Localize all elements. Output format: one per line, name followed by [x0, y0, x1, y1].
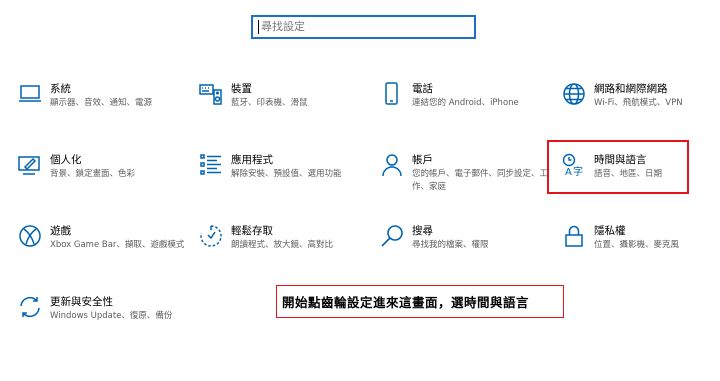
tile-gaming[interactable]: 遊戲 Xbox Game Bar、擷取、遊戲模式 — [18, 224, 184, 274]
tile-desc: 背景、鎖定畫面、色彩 — [50, 169, 136, 179]
laptop-icon — [18, 82, 42, 106]
tile-system[interactable]: 系統 顯示器、音效、通知、電源 — [18, 82, 178, 132]
search-icon — [380, 224, 404, 248]
lock-icon — [562, 224, 586, 248]
tile-title: 輕鬆存取 — [231, 225, 273, 237]
tile-desc: 顯示器、音效、通知、電源 — [50, 98, 153, 108]
tile-desc: Xbox Game Bar、擷取、遊戲模式 — [50, 240, 185, 250]
tile-apps[interactable]: 應用程式 解除安裝、預設值、選用功能 — [199, 153, 359, 203]
paint-icon — [18, 153, 42, 177]
tile-desc: 您的帳戶、電子郵件、同步設定、工作、家庭 — [412, 169, 549, 192]
tile-desc: 連結您的 Android、iPhone — [412, 98, 519, 108]
tile-title: 更新與安全性 — [50, 296, 113, 308]
annotation-text: 開始點齒輪設定進來這畫面，選時間與語言 — [282, 295, 530, 310]
phone-icon — [380, 82, 404, 106]
tile-title: 隱私權 — [594, 225, 626, 237]
apps-list-icon — [199, 153, 223, 177]
globe-icon — [562, 82, 586, 106]
text-caret — [258, 20, 259, 34]
ease-of-access-icon — [199, 224, 223, 248]
highlight-box — [547, 140, 689, 194]
search-input[interactable]: 尋找設定 — [251, 15, 476, 39]
tile-title: 個人化 — [50, 154, 82, 166]
tile-title: 應用程式 — [231, 154, 273, 166]
tile-desc: Windows Update、復原、備份 — [50, 311, 173, 321]
tile-personalization[interactable]: 個人化 背景、鎖定畫面、色彩 — [18, 153, 178, 203]
tile-title: 系統 — [50, 83, 71, 95]
tile-title: 帳戶 — [412, 154, 433, 166]
tile-ease-of-access[interactable]: 輕鬆存取 朗讀程式、放大鏡、高對比 — [199, 224, 359, 274]
tile-network[interactable]: 網路和網際網路 Wi-Fi、飛航模式、VPN — [562, 82, 720, 132]
tile-title: 裝置 — [231, 83, 252, 95]
tile-title: 網路和網際網路 — [594, 83, 668, 95]
tile-privacy[interactable]: 隱私權 位置、攝影機、麥克風 — [562, 224, 720, 274]
tile-desc: 朗讀程式、放大鏡、高對比 — [231, 240, 334, 250]
keyboard-speaker-icon — [199, 82, 223, 106]
update-sync-icon — [18, 295, 42, 319]
search-placeholder: 尋找設定 — [261, 20, 305, 33]
tile-update-security[interactable]: 更新與安全性 Windows Update、復原、備份 — [18, 295, 178, 345]
tile-desc: 藍牙、印表機、滑鼠 — [231, 98, 308, 108]
tile-desc: 解除安裝、預設值、選用功能 — [231, 169, 342, 179]
tile-desc: Wi-Fi、飛航模式、VPN — [594, 98, 683, 108]
tile-devices[interactable]: 裝置 藍牙、印表機、滑鼠 — [199, 82, 359, 132]
tile-title: 遊戲 — [50, 225, 71, 237]
tile-title: 搜尋 — [412, 225, 433, 237]
xbox-icon — [18, 224, 42, 248]
tile-title: 電話 — [412, 83, 433, 95]
annotation-callout: 開始點齒輪設定進來這畫面，選時間與語言 — [276, 285, 564, 318]
tile-desc: 尋找我的檔案、權限 — [412, 240, 489, 250]
tile-search[interactable]: 搜尋 尋找我的檔案、權限 — [380, 224, 540, 274]
tile-desc: 位置、攝影機、麥克風 — [594, 240, 680, 250]
person-icon — [380, 153, 404, 177]
tile-accounts[interactable]: 帳戶 您的帳戶、電子郵件、同步設定、工作、家庭 — [380, 153, 548, 203]
tile-phone[interactable]: 電話 連結您的 Android、iPhone — [380, 82, 540, 132]
